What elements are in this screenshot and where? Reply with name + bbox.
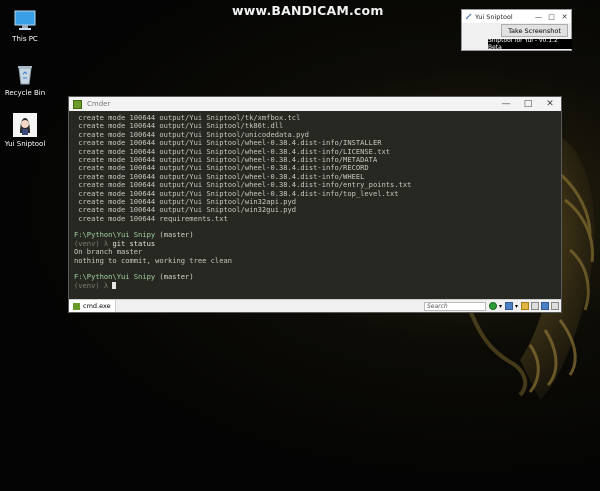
terminal-line: (venv) λ git status <box>74 239 556 248</box>
monitor-icon <box>13 8 37 32</box>
menu-icon[interactable] <box>551 302 559 310</box>
venv-prompt: (venv) λ <box>74 280 113 290</box>
yui-avatar-icon <box>13 113 37 137</box>
console-tab[interactable]: cmd.exe <box>69 300 116 312</box>
yui-sniptool-desktop-icon[interactable]: Yui Sniptool <box>0 113 50 148</box>
yui-sniptool-window: Yui Sniptool — □ ✕ Take Screenshot Snipt… <box>461 9 572 51</box>
sniptool-titlebar[interactable]: Yui Sniptool — □ ✕ <box>462 10 571 23</box>
maximize-button[interactable]: □ <box>517 99 539 109</box>
minimize-button[interactable]: — <box>532 13 545 21</box>
console-tab-label: cmd.exe <box>83 302 111 310</box>
terminal-output[interactable]: create mode 100644 output/Yui Sniptool/t… <box>74 114 556 300</box>
cmder-statusbar: cmd.exe Search ▾ ▾ <box>69 299 561 312</box>
yui-sniptool-label: Yui Sniptool <box>4 140 46 148</box>
recycle-bin-desktop-icon[interactable]: Recycle Bin <box>0 62 50 97</box>
take-screenshot-button[interactable]: Take Screenshot <box>501 24 568 37</box>
cmder-titlebar[interactable]: Cmder — □ ✕ <box>69 97 561 111</box>
new-console-icon[interactable] <box>504 302 513 310</box>
terminal-line: nothing to commit, working tree clean <box>74 255 556 265</box>
minimize-button[interactable]: — <box>495 99 517 109</box>
terminal-line: (venv) λ <box>74 280 556 290</box>
search-go-icon[interactable] <box>488 302 497 310</box>
window-icon[interactable] <box>541 302 549 310</box>
this-pc-label: This PC <box>12 35 38 43</box>
chevron-down-icon[interactable]: ▾ <box>515 303 518 310</box>
terminal-line: F:\Python\Yui Snipy (master) <box>74 273 556 281</box>
chevron-down-icon[interactable]: ▾ <box>499 303 502 310</box>
bandicam-watermark: www.BANDICAM.com <box>232 3 384 18</box>
cmder-logo-icon <box>73 99 82 109</box>
recycle-bin-label: Recycle Bin <box>4 89 46 97</box>
split-view-icon[interactable] <box>531 302 539 310</box>
text-cursor <box>112 281 117 289</box>
close-button[interactable]: ✕ <box>539 99 561 109</box>
git-branch: (master) <box>155 272 194 282</box>
terminal-text: create mode 100644 requirements.txt <box>74 213 228 223</box>
git-branch: (master) <box>155 230 194 240</box>
close-button[interactable]: ✕ <box>558 13 571 21</box>
terminal-text: nothing to commit, working tree clean <box>74 255 233 265</box>
version-label: Sniptool for Yui - v0.1.2 Beta <box>488 37 572 51</box>
feather-icon <box>465 13 472 20</box>
search-input[interactable]: Search <box>423 301 486 311</box>
this-pc-desktop-icon[interactable]: This PC <box>0 8 50 43</box>
console-icon <box>73 302 80 310</box>
cmder-title: Cmder <box>87 100 111 108</box>
cmder-window: Cmder — □ ✕ create mode 100644 output/Yu… <box>68 96 562 313</box>
maximize-button[interactable]: □ <box>545 13 558 21</box>
terminal-line: create mode 100644 requirements.txt <box>74 213 556 223</box>
recycle-bin-icon <box>13 62 37 86</box>
sniptool-title: Yui Sniptool <box>475 12 513 21</box>
lock-icon[interactable] <box>521 302 529 310</box>
